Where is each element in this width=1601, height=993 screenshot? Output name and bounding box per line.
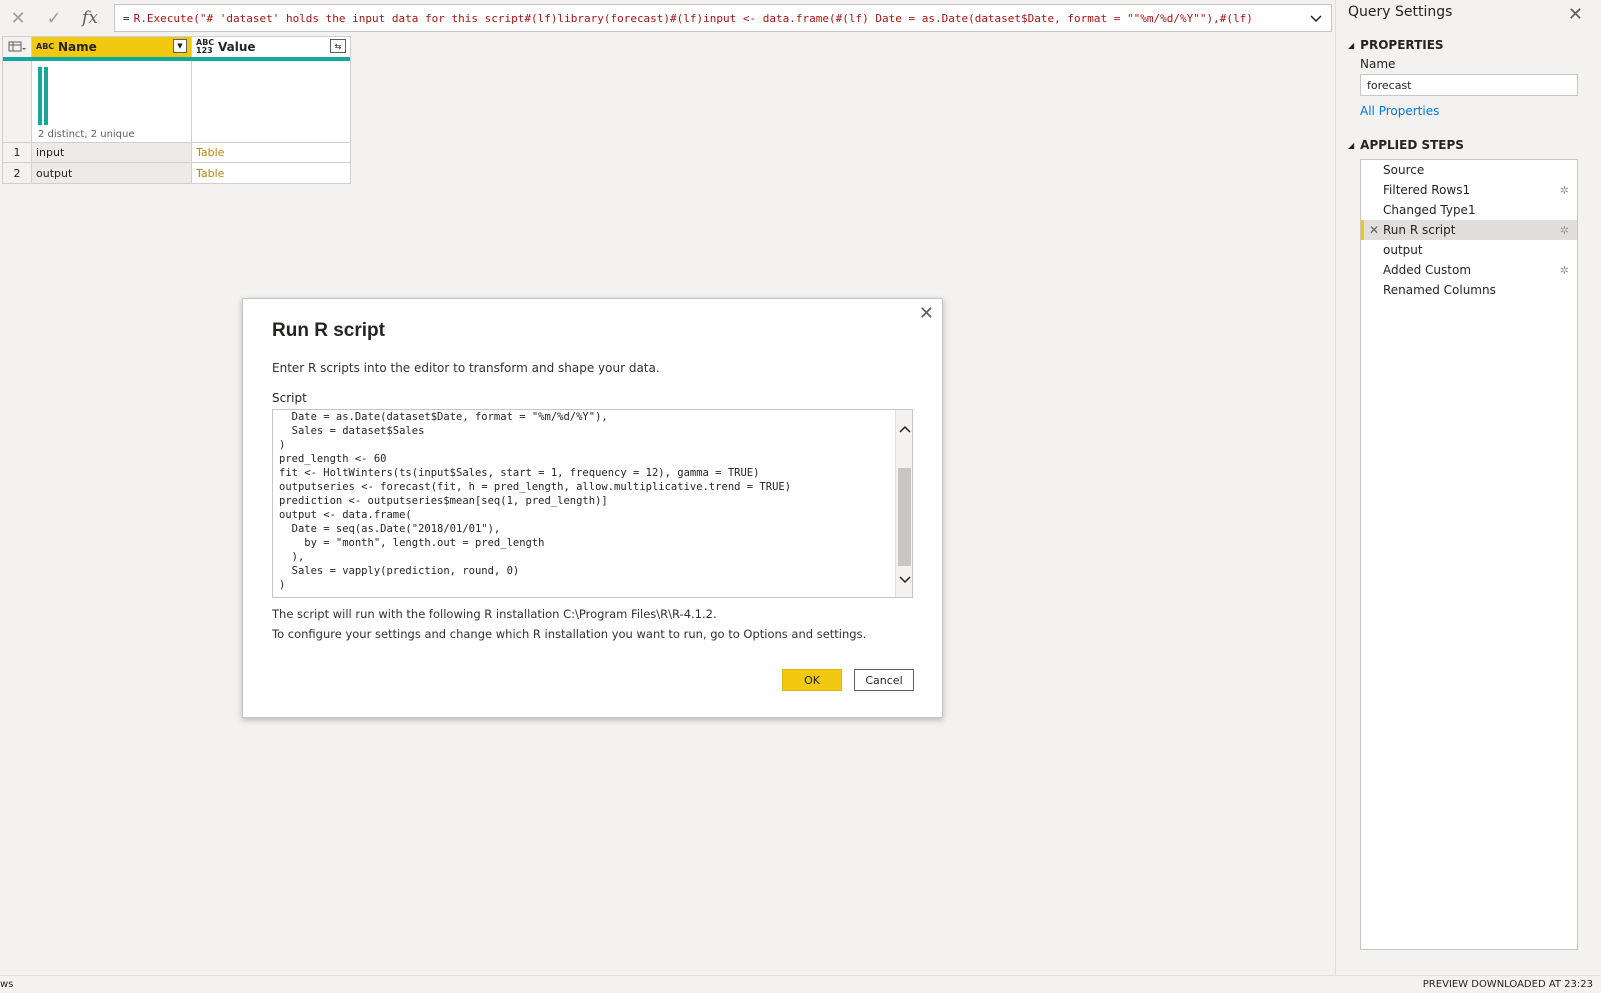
data-grid: ABC Name ▼ ABC 123 Value ⇆ 2 distinct, 2… [2, 36, 351, 184]
table-row[interactable]: 2 output Table [3, 163, 350, 183]
expand-column-icon[interactable]: ⇆ [330, 39, 346, 53]
formula-buttons: ✕ ✓ fx [0, 4, 110, 32]
distribution-text: 2 distinct, 2 unique [38, 129, 135, 140]
r-configure-info: To configure your settings and change wh… [272, 627, 867, 641]
row-number: 2 [3, 163, 32, 183]
status-left-text: ws [0, 979, 14, 990]
preview-status-text: PREVIEW DOWNLOADED AT 23:23 [1422, 979, 1593, 990]
step-label: Changed Type1 [1383, 203, 1476, 217]
ok-button[interactable]: OK [782, 669, 842, 691]
step-label: Added Custom [1383, 263, 1472, 277]
any-type-icon[interactable]: ABC 123 [196, 39, 214, 55]
formula-prefix: = [123, 11, 130, 25]
formula-input[interactable]: = R.Execute("# 'dataset' holds the input… [114, 4, 1332, 32]
step-label: Renamed Columns [1383, 283, 1496, 297]
applied-steps-header[interactable]: ◢ APPLIED STEPS [1348, 138, 1464, 152]
grid-header: ABC Name ▼ ABC 123 Value ⇆ [3, 37, 350, 61]
step-run-r-script[interactable]: ✕ Run R script ✲ [1361, 220, 1577, 240]
value-quality-cell [192, 61, 350, 142]
collapse-triangle-icon[interactable]: ◢ [1348, 141, 1354, 150]
gear-icon[interactable]: ✲ [1560, 184, 1569, 197]
table-row[interactable]: 1 input Table [3, 143, 350, 163]
step-label: Source [1383, 163, 1425, 177]
column-header-name[interactable]: ABC Name ▼ [32, 37, 192, 57]
scroll-up-icon[interactable] [898, 422, 911, 436]
table-menu-icon[interactable] [3, 37, 32, 57]
name-cell[interactable]: input [32, 143, 192, 162]
formula-bar: ✕ ✓ fx = R.Execute("# 'dataset' holds th… [0, 4, 1332, 32]
r-installation-info: The script will run with the following R… [272, 607, 717, 621]
close-pane-icon[interactable]: ✕ [1568, 4, 1583, 25]
column-distribution: 2 distinct, 2 unique [32, 61, 192, 142]
column-quality-row: 2 distinct, 2 unique [3, 61, 350, 143]
formula-text: R.Execute("# 'dataset' holds the input d… [133, 11, 1253, 25]
applied-steps-header-label: APPLIED STEPS [1360, 138, 1464, 152]
scroll-down-icon[interactable] [898, 573, 911, 587]
close-dialog-icon[interactable]: ✕ [919, 303, 934, 324]
step-filtered-rows1[interactable]: Filtered Rows1 ✲ [1361, 180, 1577, 200]
text-type-icon[interactable]: ABC [36, 43, 54, 51]
dialog-title: Run R script [272, 320, 385, 341]
script-text[interactable]: Date = as.Date(dataset$Date, format = "%… [279, 410, 892, 592]
cancel-formula-icon[interactable]: ✕ [0, 4, 36, 32]
step-renamed-columns[interactable]: Renamed Columns [1361, 280, 1577, 300]
column-title-value: Value [218, 40, 256, 54]
column-header-value[interactable]: ABC 123 Value ⇆ [192, 37, 350, 57]
script-scrollbar[interactable] [895, 410, 912, 597]
step-label: Run R script [1383, 223, 1456, 237]
properties-header[interactable]: ◢ PROPERTIES [1348, 38, 1444, 52]
step-label: output [1383, 243, 1423, 257]
collapse-triangle-icon[interactable]: ◢ [1348, 41, 1354, 50]
step-source[interactable]: Source [1361, 160, 1577, 180]
cancel-button[interactable]: Cancel [854, 669, 914, 691]
query-settings-pane: Query Settings ✕ ◢ PROPERTIES Name forec… [1335, 0, 1601, 975]
commit-formula-icon[interactable]: ✓ [36, 4, 72, 32]
step-added-custom[interactable]: Added Custom ✲ [1361, 260, 1577, 280]
scrollbar-thumb[interactable] [898, 468, 911, 566]
column-title-name: Name [58, 40, 97, 54]
script-label: Script [272, 391, 307, 405]
expand-formula-icon[interactable] [1307, 9, 1325, 27]
query-settings-title: Query Settings [1348, 4, 1453, 20]
step-output[interactable]: output [1361, 240, 1577, 260]
script-editor[interactable]: Date = as.Date(dataset$Date, format = "%… [272, 409, 913, 598]
name-label: Name [1360, 57, 1396, 71]
status-bar: ws PREVIEW DOWNLOADED AT 23:23 [0, 975, 1601, 993]
query-name-input[interactable]: forecast [1360, 74, 1578, 96]
gear-icon[interactable]: ✲ [1560, 224, 1569, 237]
name-cell[interactable]: output [32, 163, 192, 183]
applied-steps-list: Source Filtered Rows1 ✲ Changed Type1 ✕ … [1360, 159, 1578, 950]
properties-header-label: PROPERTIES [1360, 38, 1444, 52]
dialog-description: Enter R scripts into the editor to trans… [272, 361, 660, 375]
all-properties-link[interactable]: All Properties [1360, 104, 1439, 118]
filter-dropdown-icon[interactable]: ▼ [173, 39, 187, 53]
distribution-bar [44, 67, 48, 125]
delete-step-icon[interactable]: ✕ [1369, 223, 1379, 237]
gear-icon[interactable]: ✲ [1560, 264, 1569, 277]
distribution-bar [38, 67, 42, 125]
run-r-script-dialog: ✕ Run R script Enter R scripts into the … [242, 298, 943, 718]
value-cell-table-link[interactable]: Table [192, 163, 350, 183]
value-cell-table-link[interactable]: Table [192, 143, 350, 162]
fx-icon[interactable]: fx [72, 4, 108, 32]
step-label: Filtered Rows1 [1383, 183, 1471, 197]
quality-corner [3, 61, 32, 142]
step-changed-type1[interactable]: Changed Type1 [1361, 200, 1577, 220]
row-number: 1 [3, 143, 32, 162]
